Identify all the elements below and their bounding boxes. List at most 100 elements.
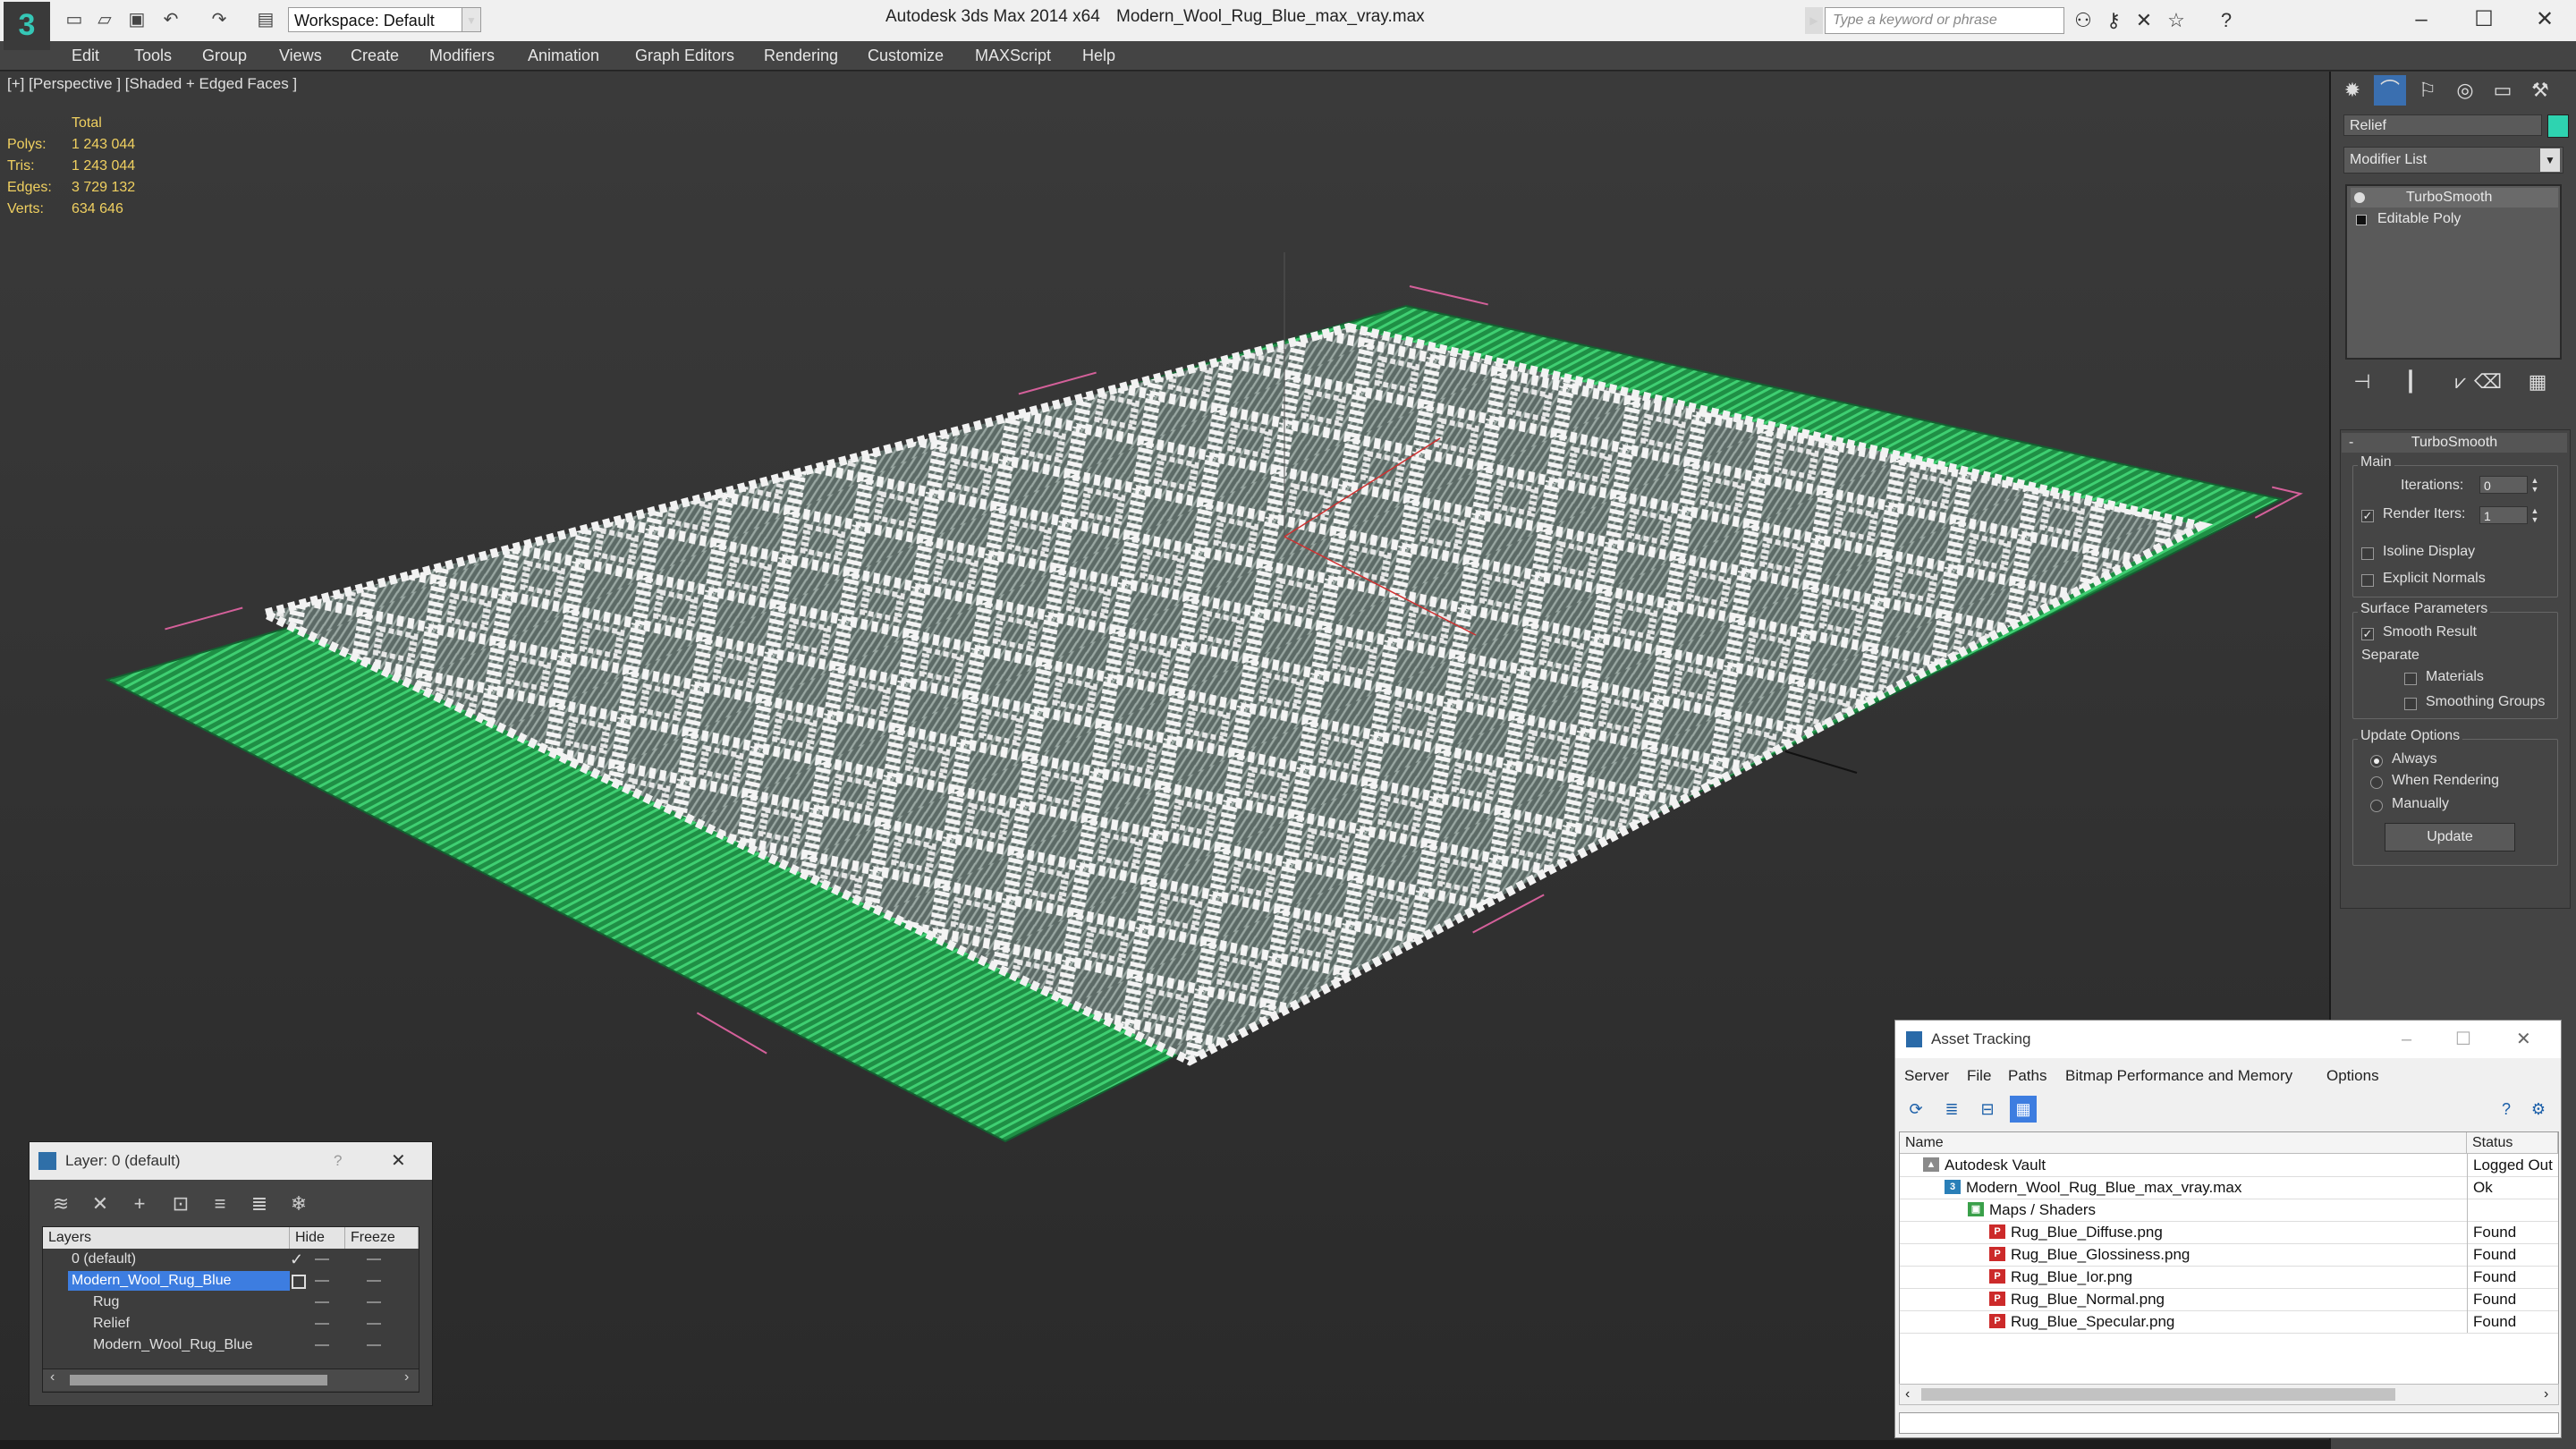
smoothing-groups-checkbox[interactable] xyxy=(2404,698,2417,710)
menu-views[interactable]: Views xyxy=(279,41,322,70)
current-layer-check-icon[interactable]: ✓ xyxy=(290,1249,303,1270)
freeze-toggle[interactable] xyxy=(367,1258,381,1260)
maximize-icon[interactable]: ☐ xyxy=(2455,1021,2471,1058)
minimize-icon[interactable]: – xyxy=(2392,0,2451,39)
add-to-layer-icon[interactable]: + xyxy=(124,1191,155,1217)
hide-toggle[interactable] xyxy=(315,1323,329,1325)
menu-rendering[interactable]: Rendering xyxy=(764,41,838,70)
viewport-label[interactable]: [+] [Perspective ] [Shaded + Edged Faces… xyxy=(7,75,297,93)
stack-item-turbosmooth[interactable]: TurboSmooth xyxy=(2351,188,2558,208)
asset-path-field[interactable] xyxy=(1899,1412,2559,1434)
close-icon[interactable]: ✕ xyxy=(2515,0,2574,39)
close-icon[interactable]: ✕ xyxy=(2516,1021,2531,1058)
pin-stack-icon[interactable]: ⊣ xyxy=(2349,369,2376,395)
binoculars-icon[interactable]: ⚇ xyxy=(2070,7,2097,34)
spinner-arrows-icon[interactable]: ▲ ▼ xyxy=(2529,506,2540,524)
menu-edit[interactable]: Edit xyxy=(72,41,99,70)
display-tab-icon[interactable]: ▭ xyxy=(2487,75,2519,106)
select-in-layer-icon[interactable]: ⊡ xyxy=(165,1191,196,1217)
table-row[interactable]: P Rug_Blue_Specular.png Found xyxy=(1900,1310,2558,1334)
project-folder-icon[interactable]: ▤ xyxy=(254,8,277,31)
modify-tab-icon[interactable]: ⌒ xyxy=(2374,75,2406,106)
layers-column-header[interactable]: Layers xyxy=(43,1227,290,1249)
menu-group[interactable]: Group xyxy=(202,41,247,70)
freeze-toggle[interactable] xyxy=(367,1344,381,1346)
help-context-icon[interactable]: ⚙ xyxy=(2525,1096,2552,1123)
utilities-tab-icon[interactable]: ⚒ xyxy=(2524,75,2556,106)
name-column-header[interactable]: Name xyxy=(1900,1132,2467,1154)
hide-toggle[interactable] xyxy=(315,1258,329,1260)
when-rendering-radio[interactable] xyxy=(2370,776,2383,789)
menu-animation[interactable]: Animation xyxy=(528,41,599,70)
new-file-icon[interactable]: ▭ xyxy=(63,8,86,31)
layer-row[interactable]: 0 (default) ✓ xyxy=(43,1249,419,1270)
menu-server[interactable]: Server xyxy=(1904,1063,1949,1089)
freeze-all-layers-icon[interactable]: ❄ xyxy=(284,1191,314,1217)
rollout-header[interactable]: - TurboSmooth xyxy=(2342,433,2567,453)
table-row[interactable]: P Rug_Blue_Normal.png Found xyxy=(1900,1288,2558,1311)
highlight-layer-icon[interactable]: ≡ xyxy=(205,1191,235,1217)
freeze-toggle[interactable] xyxy=(367,1280,381,1282)
make-unique-icon[interactable]: ⩗ xyxy=(2447,369,2474,395)
refresh-icon[interactable]: ⟳ xyxy=(1902,1096,1929,1123)
horizontal-scrollbar[interactable]: ‹ › xyxy=(43,1368,419,1391)
horizontal-scrollbar[interactable]: ‹ › xyxy=(1899,1384,2559,1405)
menu-bitmap-performance[interactable]: Bitmap Performance and Memory xyxy=(2065,1063,2292,1089)
create-tab-icon[interactable]: ✹ xyxy=(2336,75,2368,106)
scroll-right-icon[interactable]: › xyxy=(404,1369,409,1385)
table-view-icon[interactable]: ▦ xyxy=(2010,1096,2037,1123)
table-row[interactable]: ▲ Autodesk Vault Logged Out xyxy=(1900,1154,2558,1177)
table-row[interactable]: P Rug_Blue_Glossiness.png Found xyxy=(1900,1243,2558,1267)
layer-row[interactable]: Modern_Wool_Rug_Blue xyxy=(43,1335,419,1356)
freeze-toggle[interactable] xyxy=(367,1323,381,1325)
tree-view-icon[interactable]: ⊟ xyxy=(1974,1096,2001,1123)
search-input[interactable]: Type a keyword or phrase xyxy=(1825,7,2064,34)
render-iters-checkbox[interactable]: ✓ xyxy=(2361,510,2374,522)
app-logo-icon[interactable]: 3 xyxy=(4,2,50,50)
star-icon[interactable]: ☆ xyxy=(2163,7,2190,34)
collapse-icon[interactable]: - xyxy=(2349,433,2353,453)
remove-modifier-icon[interactable]: ⌫ xyxy=(2474,369,2502,395)
configure-sets-icon[interactable]: ▦ xyxy=(2524,369,2551,395)
chevron-down-icon[interactable]: ▼ xyxy=(2540,148,2560,172)
new-layer-icon[interactable]: ≋ xyxy=(46,1191,76,1217)
spinner-arrows-icon[interactable]: ▲ ▼ xyxy=(2529,476,2540,494)
help-icon[interactable]: ? xyxy=(2213,7,2240,34)
modifier-list-select[interactable]: Modifier List xyxy=(2343,147,2563,174)
delete-layer-icon[interactable]: ✕ xyxy=(85,1191,115,1217)
lightbulb-icon[interactable] xyxy=(2354,192,2365,203)
workspace-select[interactable]: Workspace: Default xyxy=(288,7,481,32)
manually-radio[interactable] xyxy=(2370,800,2383,812)
object-color-swatch[interactable] xyxy=(2547,114,2569,138)
menu-tools[interactable]: Tools xyxy=(134,41,172,70)
key-icon[interactable]: ⚷ xyxy=(2100,7,2127,34)
render-iters-input[interactable]: 1 xyxy=(2479,506,2528,524)
hide-toggle[interactable] xyxy=(315,1280,329,1282)
hide-all-layers-icon[interactable]: ≣ xyxy=(244,1191,275,1217)
expand-icon[interactable] xyxy=(2356,215,2367,225)
status-column-header[interactable]: Status xyxy=(2467,1132,2558,1154)
menu-paths[interactable]: Paths xyxy=(2008,1063,2046,1089)
layer-dialog-titlebar[interactable]: Layer: 0 (default) ? ✕ xyxy=(30,1142,432,1180)
scrollbar-thumb[interactable] xyxy=(1921,1388,2395,1401)
layer-row[interactable]: Rug xyxy=(43,1292,419,1313)
help-icon[interactable]: ? xyxy=(2493,1096,2520,1123)
undo-icon[interactable]: ↶ xyxy=(159,8,182,31)
object-name-input[interactable]: Relief xyxy=(2343,114,2542,136)
menu-options[interactable]: Options xyxy=(2326,1063,2379,1089)
scrollbar-thumb[interactable] xyxy=(70,1375,327,1385)
maximize-icon[interactable]: ☐ xyxy=(2454,0,2513,39)
hide-toggle[interactable] xyxy=(315,1344,329,1346)
menu-modifiers[interactable]: Modifiers xyxy=(429,41,495,70)
menu-help[interactable]: Help xyxy=(1082,41,1115,70)
isoline-display-checkbox[interactable] xyxy=(2361,547,2374,560)
explicit-normals-checkbox[interactable] xyxy=(2361,574,2374,587)
freeze-toggle[interactable] xyxy=(367,1301,381,1303)
close-icon[interactable]: ✕ xyxy=(391,1142,406,1180)
table-row[interactable]: P Rug_Blue_Diffuse.png Found xyxy=(1900,1221,2558,1244)
update-button[interactable]: Update xyxy=(2385,823,2515,852)
menu-customize[interactable]: Customize xyxy=(868,41,944,70)
open-file-icon[interactable]: ▱ xyxy=(93,8,116,31)
asset-tracking-titlebar[interactable]: Asset Tracking – ☐ ✕ xyxy=(1895,1021,2561,1058)
redo-icon[interactable]: ↷ xyxy=(208,8,231,31)
